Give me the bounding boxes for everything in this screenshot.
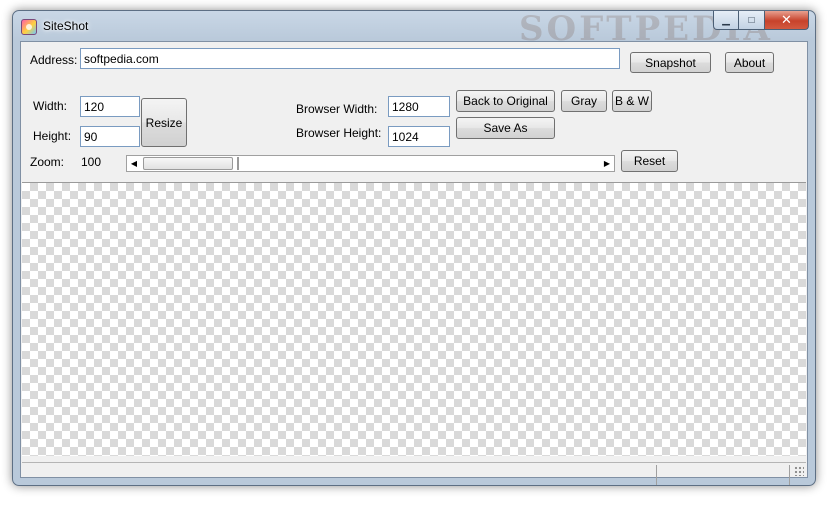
browser-height-input[interactable]: 1024 (388, 126, 450, 147)
height-input[interactable]: 90 (80, 126, 140, 147)
status-bar (22, 462, 806, 485)
zoom-value: 100 (81, 155, 102, 169)
browser-width-input[interactable]: 1280 (388, 96, 450, 117)
status-divider (656, 465, 657, 485)
back-to-original-button[interactable]: Back to Original (456, 90, 555, 112)
preview-canvas[interactable] (22, 182, 806, 456)
zoom-scrollbar[interactable]: ◀ ▶ (126, 155, 615, 172)
address-label: Address: (30, 53, 78, 67)
window-controls: ▁ □ ✕ (713, 11, 809, 31)
reset-button[interactable]: Reset (621, 150, 678, 172)
resize-button[interactable]: Resize (141, 98, 187, 147)
close-button[interactable]: ✕ (765, 11, 809, 30)
gray-button[interactable]: Gray (561, 90, 607, 112)
address-input[interactable]: softpedia.com (80, 48, 620, 69)
save-as-button[interactable]: Save As (456, 117, 555, 139)
zoom-scroll-thumb[interactable] (143, 157, 233, 170)
maximize-button[interactable]: □ (739, 11, 765, 30)
scroll-tick (237, 157, 239, 170)
minimize-button[interactable]: ▁ (713, 11, 739, 30)
width-label: Width: (33, 99, 68, 113)
scroll-right-icon[interactable]: ▶ (600, 156, 614, 171)
client-area: Address: softpedia.com Snapshot About Wi… (20, 41, 808, 485)
resize-grip-icon[interactable] (794, 466, 804, 476)
snapshot-button[interactable]: Snapshot (630, 52, 711, 73)
title-bar[interactable]: SiteShot SOFTPEDIA ▁ □ ✕ (13, 9, 815, 49)
window-title: SiteShot (43, 19, 89, 33)
height-label: Height: (33, 129, 72, 143)
scroll-left-icon[interactable]: ◀ (127, 156, 141, 171)
browser-height-label: Browser Height: (296, 126, 382, 140)
bw-button[interactable]: B & W (612, 90, 652, 112)
zoom-label: Zoom: (30, 155, 65, 169)
status-divider (789, 465, 790, 485)
app-icon[interactable] (21, 19, 37, 35)
siteshot-window: SiteShot SOFTPEDIA ▁ □ ✕ Address: softpe… (12, 9, 816, 486)
width-input[interactable]: 120 (80, 96, 140, 117)
about-button[interactable]: About (725, 52, 774, 73)
browser-width-label: Browser Width: (296, 102, 378, 116)
